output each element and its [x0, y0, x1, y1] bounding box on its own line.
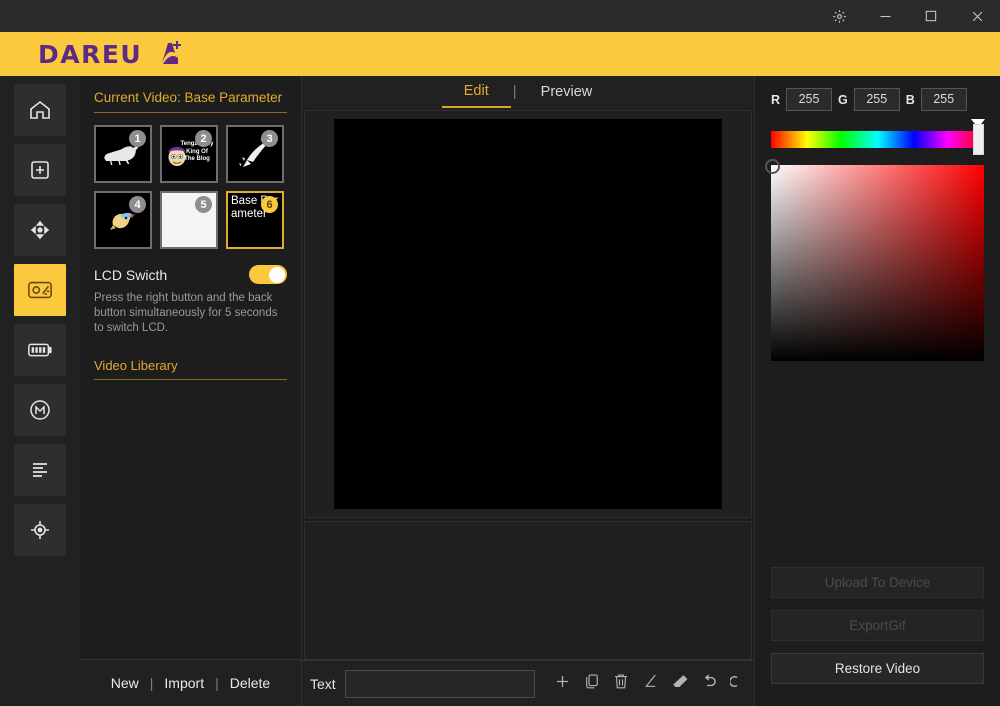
text-input[interactable]	[344, 669, 535, 698]
undo-tool-button[interactable]	[700, 672, 719, 696]
video-thumbnail-grid: 1 King Of The Blog 2 3 4 5 Base Paramete…	[94, 125, 287, 249]
b-label: B	[905, 92, 915, 107]
sidebar-item-home[interactable]	[14, 84, 66, 136]
rgb-row: R 255 G 255 B 255	[771, 88, 984, 111]
delete-tool-button[interactable]	[612, 672, 630, 695]
thumbnail-badge: 1	[129, 130, 146, 147]
sv-cursor-icon[interactable]	[765, 159, 780, 174]
settings-button[interactable]	[816, 0, 862, 32]
tab-preview[interactable]: Preview	[519, 80, 615, 107]
body: Current Video: Base Parameter 1 King Of …	[0, 76, 1000, 706]
plus-icon	[553, 672, 572, 696]
copy-icon	[583, 672, 601, 695]
thumbnail-badge: 3	[261, 130, 278, 147]
b-input[interactable]: 255	[920, 88, 967, 111]
sidebar-item-battery[interactable]	[14, 324, 66, 376]
trash-icon	[612, 672, 630, 695]
lcd-switch-label: LCD Swicth	[94, 266, 168, 283]
title-bar	[0, 0, 1000, 32]
editor-tabs: Edit | Preview	[302, 76, 754, 110]
sidebar-item-screen[interactable]	[14, 264, 66, 316]
pen-icon	[641, 672, 659, 695]
video-thumbnail[interactable]: 3	[226, 125, 284, 183]
undo-icon	[700, 672, 719, 696]
thumbnail-badge: 2	[195, 130, 212, 147]
delete-button[interactable]: Delete	[219, 675, 281, 691]
lcd-switch-hint: Press the right button and the back butt…	[94, 292, 278, 334]
video-panel-body: Current Video: Base Parameter 1 King Of …	[80, 76, 301, 659]
brand-logo: DAREU	[38, 39, 182, 69]
sidebar-rail	[0, 76, 80, 706]
video-library-title: Video Liberary	[94, 358, 287, 380]
list-lines-icon	[28, 458, 52, 482]
sidebar-item-list[interactable]	[14, 444, 66, 496]
video-thumbnail[interactable]: 1	[94, 125, 152, 183]
editor-toolbar: Text	[302, 660, 754, 706]
sidebar-item-calibrate[interactable]	[14, 504, 66, 556]
redo-icon	[728, 672, 749, 696]
eraser-tool-button[interactable]	[670, 672, 689, 696]
hue-gradient	[771, 131, 984, 148]
thumbnail-badge: 4	[129, 196, 146, 213]
tool-icon-group	[553, 672, 749, 696]
copy-tool-button[interactable]	[583, 672, 601, 695]
lcd-switch-row: LCD Swicth	[94, 265, 287, 284]
new-button[interactable]: New	[100, 675, 150, 691]
g-input[interactable]: 255	[853, 88, 900, 111]
thumbnail-badge: 6	[261, 196, 278, 213]
g-label: G	[838, 92, 848, 107]
video-thumbnail[interactable]: TengzhuolyKing OfThe Blog 2	[160, 125, 218, 183]
sidebar-item-add[interactable]	[14, 144, 66, 196]
export-gif-button[interactable]: ExportGif	[771, 610, 984, 641]
video-thumbnail-selected[interactable]: Base Parameter 6	[226, 191, 284, 249]
sv-gradient	[771, 165, 984, 361]
battery-icon	[27, 341, 53, 359]
video-thumbnail[interactable]: 4	[94, 191, 152, 249]
tab-edit[interactable]: Edit	[441, 79, 511, 108]
sidebar-item-dpi-move[interactable]	[14, 204, 66, 256]
action-buttons: Upload To Device ExportGif Restore Video	[771, 567, 984, 706]
r-input[interactable]: 255	[786, 88, 833, 111]
maximize-button[interactable]	[908, 0, 954, 32]
lcd-switch-toggle[interactable]	[249, 265, 287, 284]
import-button[interactable]: Import	[153, 675, 215, 691]
color-panel: R 255 G 255 B 255 Upload To Device Expor…	[755, 76, 1000, 706]
video-panel: Current Video: Base Parameter 1 King Of …	[80, 76, 302, 706]
home-icon	[28, 98, 52, 122]
add-tool-button[interactable]	[553, 672, 572, 696]
hue-slider[interactable]	[771, 119, 985, 155]
sidebar-item-macro[interactable]	[14, 384, 66, 436]
video-thumbnail[interactable]: 5	[160, 191, 218, 249]
video-panel-footer: New | Import | Delete	[80, 659, 301, 706]
r-label: R	[771, 92, 781, 107]
layers-pane[interactable]	[304, 521, 752, 660]
thumbnail-badge: 5	[195, 196, 212, 213]
crosshair-icon	[28, 518, 52, 542]
plus-square-icon	[28, 158, 52, 182]
brand-name: DAREU	[38, 39, 143, 69]
saturation-value-picker[interactable]	[765, 159, 984, 361]
edit-canvas[interactable]	[334, 119, 722, 509]
move-arrows-icon	[28, 218, 52, 242]
upload-to-device-button[interactable]: Upload To Device	[771, 567, 984, 598]
current-video-title: Current Video: Base Parameter	[94, 90, 287, 113]
minimize-button[interactable]	[862, 0, 908, 32]
restore-video-button[interactable]: Restore Video	[771, 653, 984, 684]
app-window: DAREU Current Video: Base Parameter 1 Ki…	[0, 0, 1000, 706]
editor-area: Edit | Preview Text	[302, 76, 755, 706]
pen-tool-button[interactable]	[641, 672, 659, 695]
toggle-knob	[269, 266, 285, 283]
canvas-container	[304, 110, 752, 518]
redo-tool-button[interactable]	[728, 672, 749, 696]
eraser-icon	[670, 672, 689, 696]
text-label: Text	[310, 675, 336, 692]
hue-slider-handle[interactable]	[973, 124, 984, 155]
tab-separator: |	[512, 83, 517, 100]
dareu-a-plus-icon	[148, 39, 182, 69]
macro-m-icon	[28, 398, 52, 422]
lcd-screen-icon	[27, 279, 53, 301]
close-button[interactable]	[954, 0, 1000, 32]
brand-bar: DAREU	[0, 32, 1000, 76]
